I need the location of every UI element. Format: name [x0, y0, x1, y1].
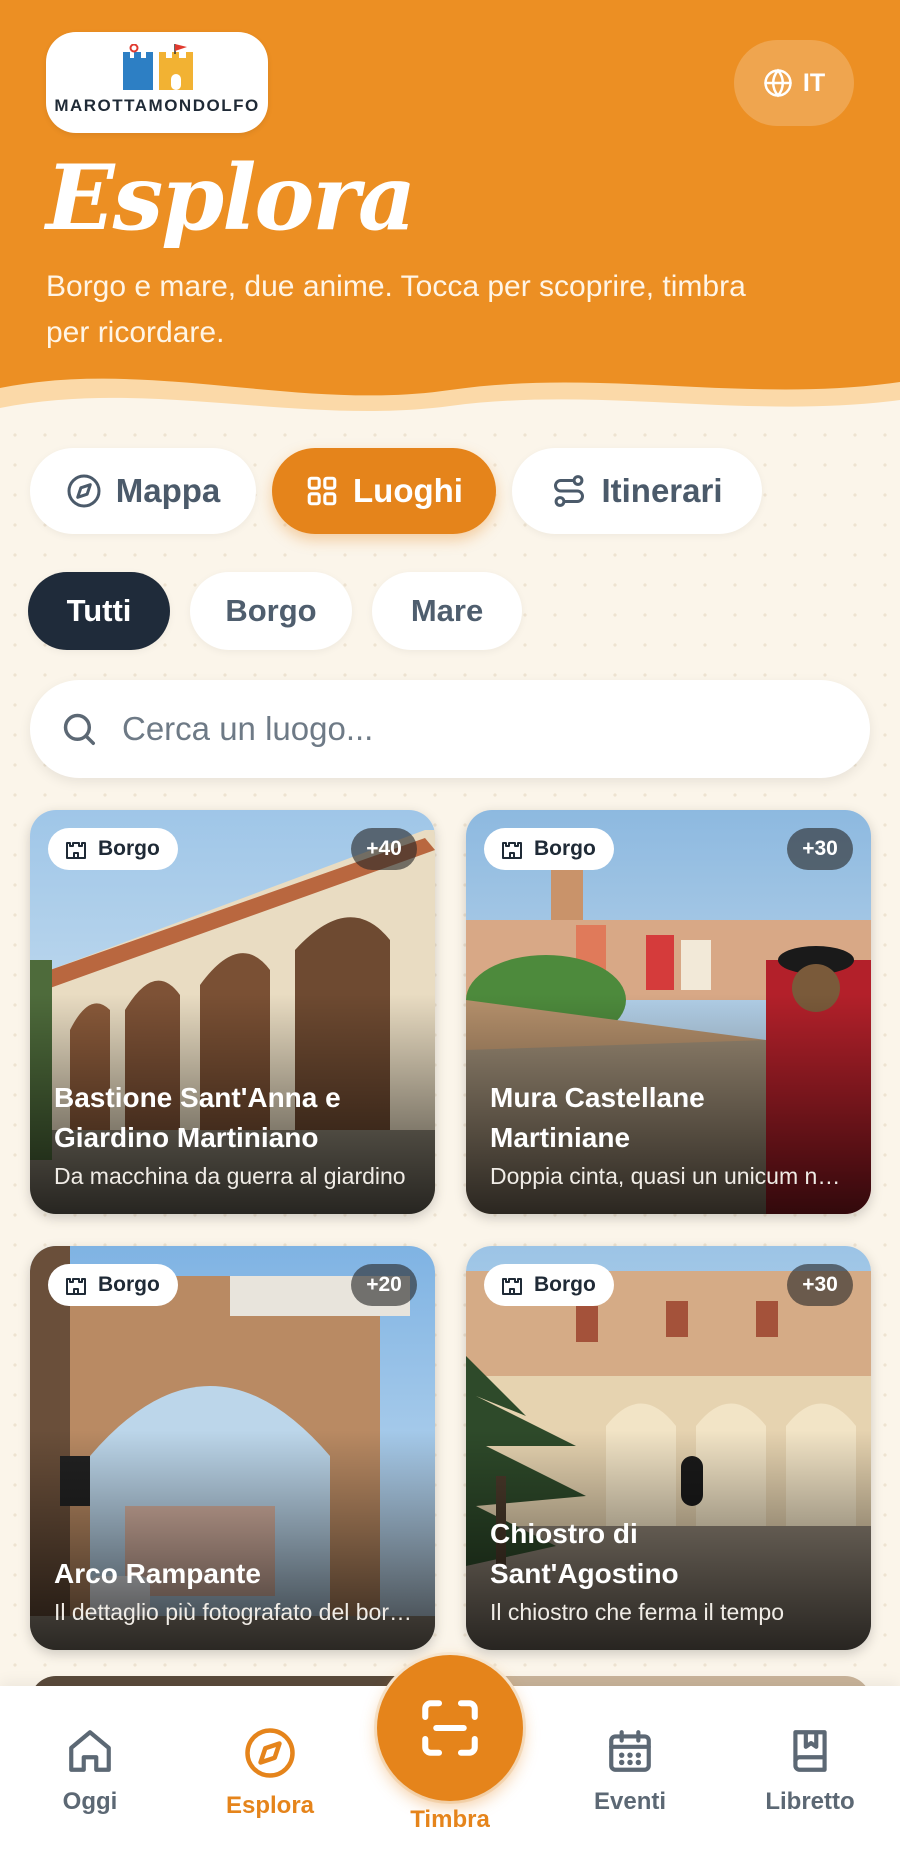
category-label: Borgo — [534, 1273, 596, 1296]
place-name-line: Arco Rampante — [54, 1558, 261, 1589]
tab-itinerari[interactable]: Itinerari — [512, 448, 762, 534]
nav-esplora[interactable]: Esplora — [200, 1726, 340, 1820]
tab-mappa[interactable]: Mappa — [30, 448, 256, 534]
compass-icon — [67, 474, 101, 508]
place-name-line: Sant'Agostino — [490, 1558, 679, 1589]
place-card-bastione[interactable]: Borgo +40 Bastione Sant'Anna e Giardino … — [30, 810, 435, 1214]
category-label: Borgo — [98, 1273, 160, 1296]
points-badge: +30 — [787, 1264, 853, 1306]
nav-label: Esplora — [225, 1792, 315, 1819]
points-badge: +20 — [351, 1264, 417, 1306]
header: MAROTTAMONDOLFO IT Esplora Borgo e mare,… — [0, 0, 900, 420]
book-icon — [793, 1730, 827, 1772]
page-title: Esplora — [46, 145, 416, 251]
route-icon — [554, 475, 585, 507]
nav-libretto[interactable]: Libretto — [740, 1726, 880, 1816]
castle-icon — [502, 842, 522, 859]
language-label: IT — [802, 68, 826, 97]
compass-icon — [245, 1728, 295, 1778]
nav-label: Oggi — [62, 1788, 118, 1815]
castle-icon — [502, 1278, 522, 1295]
nav-label: Eventi — [593, 1788, 667, 1815]
place-name: Mura Castellane Martiniane — [490, 1078, 851, 1158]
castle-icon — [66, 1278, 86, 1295]
search-bar — [30, 680, 870, 778]
page-subtitle: Borgo e mare, due anime. Tocca per scopr… — [46, 270, 746, 349]
filter-tutti[interactable]: Tutti — [28, 572, 170, 650]
nav-eventi[interactable]: Eventi — [560, 1726, 700, 1816]
stamp-label: Timbra — [410, 1806, 490, 1833]
category-badge: Borgo — [48, 828, 178, 870]
place-card-arco[interactable]: Borgo +20 Arco Rampante Il dettaglio più… — [30, 1246, 435, 1650]
nav-oggi[interactable]: Oggi — [20, 1726, 160, 1816]
place-name: Bastione Sant'Anna e Giardino Martiniano — [54, 1078, 415, 1158]
points-badge: +30 — [787, 828, 853, 870]
tab-label: Luoghi — [353, 472, 463, 509]
place-description: Il chiostro che ferma il tempo — [490, 1599, 785, 1625]
filter-mare[interactable]: Mare — [372, 572, 522, 650]
place-card-chiostro[interactable]: Borgo +30 Chiostro di Sant'Agostino Il c… — [466, 1246, 871, 1650]
place-name-line: Mura Castellane — [490, 1082, 705, 1113]
place-description: Il dettaglio più fotografato del borgo — [54, 1599, 413, 1625]
points-badge: +40 — [351, 828, 417, 870]
filter-borgo[interactable]: Borgo — [190, 572, 352, 650]
category-label: Borgo — [534, 837, 596, 860]
castle-icon — [66, 842, 86, 859]
castle-logo-icon — [123, 44, 193, 90]
search-icon — [63, 713, 95, 745]
place-name: Chiostro di Sant'Agostino — [490, 1514, 851, 1594]
scan-icon — [422, 1700, 478, 1756]
place-description: Da macchina da guerra al giardino — [54, 1163, 406, 1189]
grid-icon — [307, 476, 337, 506]
place-name-line: Giardino Martiniano — [54, 1122, 319, 1153]
tab-label: Itinerari — [601, 472, 723, 509]
place-name-line: Bastione Sant'Anna e — [54, 1082, 341, 1113]
place-card-mura[interactable]: Borgo +30 Mura Castellane Martiniane Dop… — [466, 810, 871, 1214]
place-name: Arco Rampante — [54, 1554, 415, 1594]
place-name-line: Chiostro di — [490, 1518, 638, 1549]
search-input[interactable] — [122, 710, 802, 748]
home-icon — [69, 1730, 111, 1772]
brand-logo[interactable]: MAROTTAMONDOLFO — [46, 32, 268, 133]
category-badge: Borgo — [48, 1264, 178, 1306]
globe-icon — [764, 68, 792, 98]
calendar-icon — [609, 1730, 651, 1772]
nav-label: Libretto — [765, 1788, 855, 1815]
header-wave — [0, 378, 900, 420]
tab-luoghi[interactable]: Luoghi — [272, 448, 496, 534]
category-label: Borgo — [98, 837, 160, 860]
tab-label: Mappa — [115, 472, 221, 509]
place-name-line: Martiniane — [490, 1122, 631, 1153]
category-badge: Borgo — [484, 828, 614, 870]
category-badge: Borgo — [484, 1264, 614, 1306]
brand-wordmark: MAROTTAMONDOLFO — [54, 96, 260, 115]
place-description: Doppia cinta, quasi un unicum nelle Marc… — [490, 1163, 849, 1189]
stamp-button[interactable] — [377, 1655, 523, 1801]
language-button[interactable]: IT — [734, 40, 854, 126]
